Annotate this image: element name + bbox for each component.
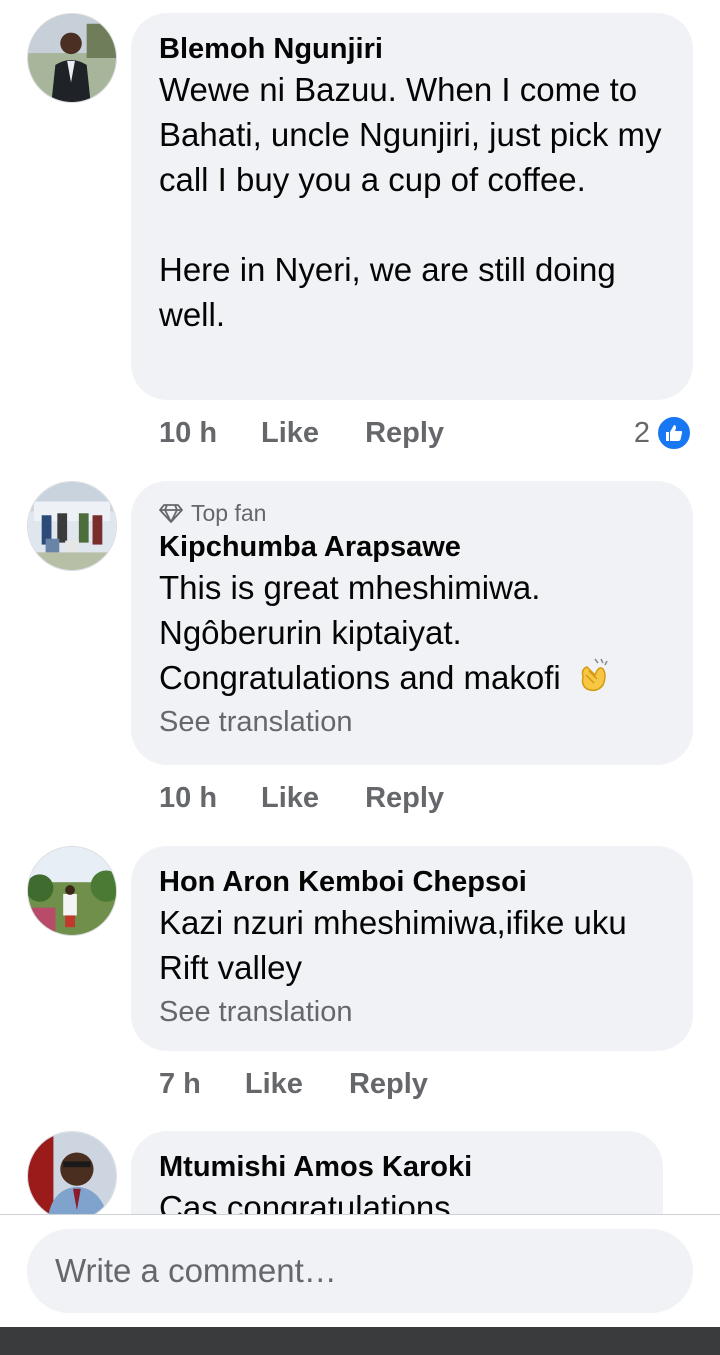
reply-button[interactable]: Reply bbox=[365, 782, 444, 815]
like-button[interactable]: Like bbox=[261, 782, 319, 815]
comment-bubble: Hon Aron Kemboi Chepsoi Kazi nzuri mhesh… bbox=[131, 846, 693, 1051]
like-button[interactable]: Like bbox=[245, 1068, 303, 1101]
reaction-summary[interactable]: 2 bbox=[634, 413, 692, 453]
see-translation-link[interactable]: See translation bbox=[159, 994, 665, 1030]
comment-text: Kazi nzuri mheshimiwa,ifike uku Rift val… bbox=[159, 904, 636, 986]
avatar[interactable] bbox=[27, 846, 117, 936]
reply-button[interactable]: Reply bbox=[365, 417, 444, 450]
like-thumb-icon bbox=[656, 415, 692, 451]
comment-text-content: This is great mheshimiwa. Ngôberurin kip… bbox=[159, 569, 561, 696]
top-fan-label: Top fan bbox=[191, 500, 267, 526]
reply-button[interactable]: Reply bbox=[349, 1068, 428, 1101]
comment-actions: 7 h Like Reply bbox=[159, 1064, 428, 1104]
comment-time[interactable]: 10 h bbox=[159, 782, 217, 815]
like-button[interactable]: Like bbox=[261, 417, 319, 450]
comment-composer-bar: Write a comment… bbox=[0, 1214, 720, 1327]
diamond-icon bbox=[159, 504, 183, 523]
reaction-count: 2 bbox=[633, 416, 650, 449]
comment-text: This is great mheshimiwa. Ngôberurin kip… bbox=[159, 565, 665, 700]
comment-actions: 10 h Like Reply bbox=[159, 778, 444, 818]
comment-bubble: Blemoh Ngunjiri Wewe ni Bazuu. When I co… bbox=[131, 13, 693, 400]
avatar[interactable] bbox=[27, 481, 117, 571]
top-fan-badge: Top fan bbox=[159, 499, 665, 527]
clapping-hands-emoji bbox=[573, 655, 613, 695]
write-comment-input[interactable]: Write a comment… bbox=[27, 1229, 693, 1313]
avatar[interactable] bbox=[27, 1131, 117, 1221]
comment-author[interactable]: Blemoh Ngunjiri bbox=[159, 31, 665, 67]
system-navigation-bar bbox=[0, 1327, 720, 1355]
comment-author[interactable]: Kipchumba Arapsawe bbox=[159, 529, 665, 565]
comment-text: Wewe ni Bazuu. When I come to Bahati, un… bbox=[159, 71, 662, 333]
comment-actions: 10 h Like Reply bbox=[159, 413, 444, 453]
comment-author[interactable]: Mtumishi Amos Karoki bbox=[159, 1149, 635, 1185]
comment-author[interactable]: Hon Aron Kemboi Chepsoi bbox=[159, 864, 665, 900]
comment-time[interactable]: 7 h bbox=[159, 1068, 201, 1101]
see-translation-link[interactable]: See translation bbox=[159, 704, 665, 740]
comment-time[interactable]: 10 h bbox=[159, 417, 217, 450]
comment-bubble: Top fan Kipchumba Arapsawe This is great… bbox=[131, 481, 693, 765]
avatar[interactable] bbox=[27, 13, 117, 103]
